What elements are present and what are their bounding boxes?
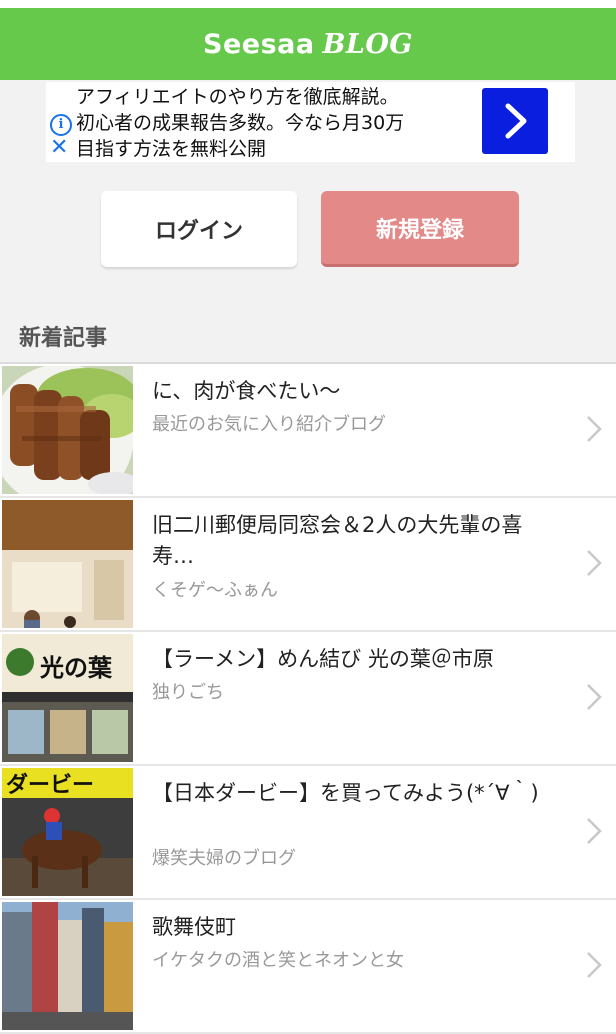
ramen-sign-text: 光の葉	[39, 654, 113, 682]
seesaa-blog-logo[interactable]: Seesaa BLOG	[203, 29, 413, 60]
article-thumbnail: 光の葉	[2, 634, 133, 762]
list-item[interactable]: 旧二川郵便局同窓会＆2人の大先輩の喜寿… くそゲ〜ふぁん	[0, 498, 616, 632]
list-item[interactable]: に、肉が食べたい〜 最近のお気に入り紹介ブログ	[0, 364, 616, 498]
article-thumbnail	[2, 902, 133, 1030]
ad-text[interactable]: アフィリエイトのやり方を徹底解説。 初心者の成果報告多数。今なら月30万 目指す…	[76, 84, 466, 162]
article-blog-name: 独りごち	[152, 682, 224, 703]
article-title: 歌舞伎町	[152, 915, 236, 939]
info-icon[interactable]: i	[50, 114, 72, 136]
list-item[interactable]: ダービー 【日本ダービー】を買ってみよう(*´∀｀) 爆笑夫婦のブログ	[0, 766, 616, 900]
chevron-right-icon	[587, 416, 602, 442]
article-blog-name: 最近のお気に入り紹介ブログ	[152, 414, 386, 435]
login-button[interactable]: ログイン	[101, 191, 297, 267]
ad-line: 目指す方法を無料公開	[76, 138, 267, 160]
chevron-right-icon	[505, 103, 527, 139]
close-icon[interactable]: ✕	[50, 136, 70, 160]
article-thumbnail	[2, 366, 133, 494]
chevron-right-icon	[587, 818, 602, 844]
derby-sign-text: ダービー	[6, 772, 94, 798]
article-thumbnail	[2, 500, 133, 628]
ad-arrow-button[interactable]	[482, 88, 548, 154]
article-list: に、肉が食べたい〜 最近のお気に入り紹介ブログ 旧二川郵便局同窓会＆2人の大先輩…	[0, 362, 616, 1034]
section-title: 新着記事	[19, 326, 108, 351]
logo-main: Seesaa	[203, 28, 315, 60]
article-blog-name: 爆笑夫婦のブログ	[152, 848, 296, 869]
status-bar	[0, 0, 616, 8]
chevron-right-icon	[587, 550, 602, 576]
article-title: に、肉が食べたい〜	[152, 379, 341, 403]
chevron-right-icon	[587, 684, 602, 710]
list-item[interactable]: 光の葉 【ラーメン】めん結び 光の葉＠市原 独りごち	[0, 632, 616, 766]
article-title: 旧二川郵便局同窓会＆2人の大先輩の喜寿…	[152, 513, 523, 568]
article-title: 【ラーメン】めん結び 光の葉＠市原	[152, 647, 494, 671]
article-title: 【日本ダービー】を買ってみよう(*´∀｀)	[152, 781, 539, 805]
ad-line: 初心者の成果報告多数。今なら月30万	[76, 112, 405, 134]
article-thumbnail: ダービー	[2, 768, 133, 896]
chevron-right-icon	[587, 952, 602, 978]
ad-line: アフィリエイトのやり方を徹底解説。	[76, 86, 399, 108]
register-button[interactable]: 新規登録	[321, 191, 519, 267]
logo-sub: BLOG	[322, 28, 413, 60]
article-blog-name: くそゲ〜ふぁん	[152, 580, 278, 601]
app-header: Seesaa BLOG	[0, 8, 616, 80]
list-item[interactable]: 歌舞伎町 イケタクの酒と笑とネオンと女	[0, 900, 616, 1034]
article-blog-name: イケタクの酒と笑とネオンと女	[152, 950, 404, 971]
